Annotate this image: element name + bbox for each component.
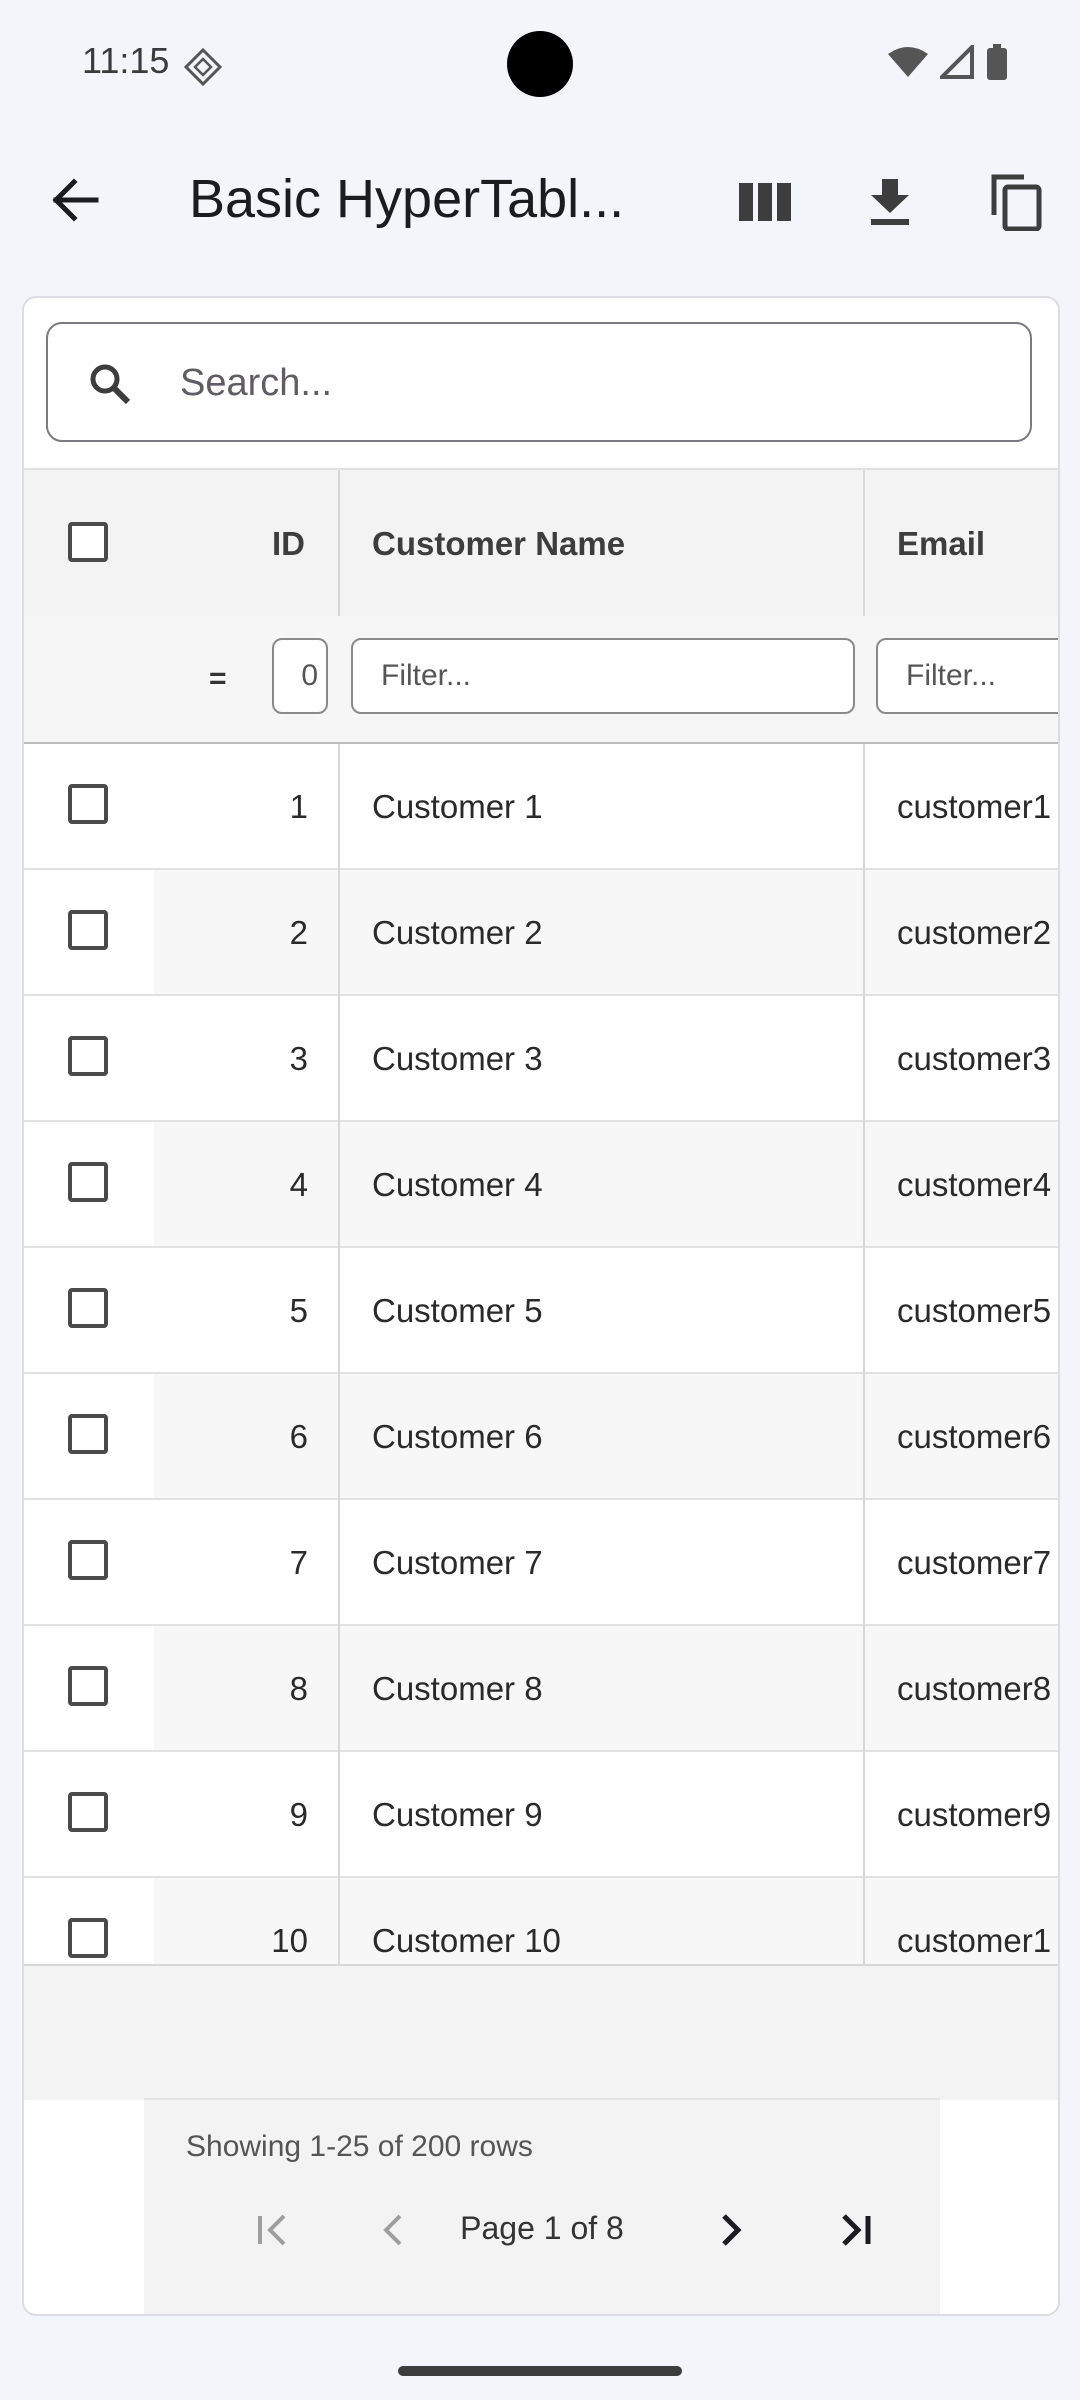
select-all-checkbox[interactable] <box>68 522 108 562</box>
cell-customer-name: Customer 1 <box>372 788 543 825</box>
filter-row: = 0 Filter... Filter... <box>24 616 1058 744</box>
rows-summary: Showing 1-25 of 200 rows <box>186 2130 533 2163</box>
cell-email: customer5 <box>897 1292 1052 1329</box>
cell-id: 5 <box>289 1292 308 1329</box>
search-field[interactable] <box>46 322 1032 442</box>
row-checkbox[interactable] <box>68 1666 108 1706</box>
search-input[interactable] <box>178 344 1012 422</box>
battery-icon <box>987 44 1007 80</box>
page-title: Basic HyperTabl... <box>189 169 625 229</box>
wifi-icon <box>888 47 928 77</box>
cell-customer-name: Customer 9 <box>372 1796 543 1833</box>
last-page-button[interactable] <box>826 2200 886 2260</box>
cell-email: customer2 <box>897 914 1052 951</box>
table-row[interactable]: 2 Customer 2 customer2 <box>24 870 1058 996</box>
cell-email: customer3 <box>897 1040 1052 1077</box>
table-row[interactable]: 5 Customer 5 customer5 <box>24 1248 1058 1374</box>
download-button[interactable] <box>858 170 922 234</box>
table-row[interactable]: 7 Customer 7 customer7 <box>24 1500 1058 1626</box>
table-body: 1 Customer 1 customer1 2 Customer 2 customer2… <box>24 744 1058 1964</box>
home-indicator[interactable] <box>398 2366 682 2376</box>
notification-icon <box>183 47 223 87</box>
cell-customer-name: Customer 4 <box>372 1166 543 1203</box>
cell-email: customer6 <box>897 1418 1052 1455</box>
chevron-right-icon <box>722 2214 742 2246</box>
column-divider <box>338 470 340 618</box>
cell-id: 4 <box>289 1166 308 1203</box>
table-row[interactable]: 4 Customer 4 customer4 <box>24 1122 1058 1248</box>
cell-id: 3 <box>289 1040 308 1077</box>
data-table-card: ID Customer Name Email = 0 Filter... Fil… <box>22 296 1060 2316</box>
table-row[interactable]: 8 Customer 8 customer8 <box>24 1626 1058 1752</box>
table-header: ID Customer Name Email <box>24 468 1058 618</box>
status-bar: 11:15 <box>0 0 1080 128</box>
app-bar: Basic HyperTabl... <box>0 150 1080 250</box>
cell-email: customer4 <box>897 1166 1052 1203</box>
row-checkbox[interactable] <box>68 1414 108 1454</box>
search-icon <box>90 364 131 405</box>
next-page-button[interactable] <box>700 2200 760 2260</box>
cell-customer-name: Customer 2 <box>372 914 543 951</box>
column-header-customer-name[interactable]: Customer Name <box>372 525 625 563</box>
cell-email: customer9 <box>897 1796 1052 1833</box>
column-divider <box>338 744 340 1964</box>
column-divider <box>863 744 865 1964</box>
row-checkbox[interactable] <box>68 1162 108 1202</box>
row-checkbox[interactable] <box>68 1288 108 1328</box>
cell-email: customer1 <box>897 788 1052 825</box>
view-column-icon <box>739 183 791 221</box>
cell-email: customer7 <box>897 1544 1052 1581</box>
row-checkbox[interactable] <box>68 1792 108 1832</box>
table-row[interactable]: 9 Customer 9 customer9 <box>24 1752 1058 1878</box>
download-icon <box>871 179 909 225</box>
status-time: 11:15 <box>82 40 170 81</box>
cell-customer-name: Customer 5 <box>372 1292 543 1329</box>
customer-name-filter-input[interactable]: Filter... <box>351 638 855 714</box>
cell-email: customer8 <box>897 1670 1052 1707</box>
cell-customer-name: Customer 6 <box>372 1418 543 1455</box>
row-checkbox[interactable] <box>68 1918 108 1958</box>
last-page-icon <box>842 2214 871 2246</box>
copy-button[interactable] <box>984 170 1048 234</box>
row-checkbox[interactable] <box>68 784 108 824</box>
table-bottom-spacer <box>24 1964 1058 2100</box>
cell-customer-name: Customer 8 <box>372 1670 543 1707</box>
status-icons <box>888 44 1008 80</box>
cell-email: customer1 <box>897 1922 1052 1959</box>
cell-id: 2 <box>289 914 308 951</box>
email-filter-input[interactable]: Filter... <box>876 638 1058 714</box>
filter-operator[interactable]: = <box>209 662 227 696</box>
data-table: ID Customer Name Email = 0 Filter... Fil… <box>24 468 1058 1964</box>
table-row[interactable]: 3 Customer 3 customer3 <box>24 996 1058 1122</box>
cell-customer-name: Customer 3 <box>372 1040 543 1077</box>
id-filter-input[interactable]: 0 <box>272 638 328 714</box>
columns-button[interactable] <box>733 170 797 234</box>
page-indicator: Page 1 of 8 <box>460 2210 624 2246</box>
column-header-email[interactable]: Email <box>897 525 985 563</box>
table-row[interactable]: 10 Customer 10 customer1 <box>24 1878 1058 1964</box>
cell-customer-name: Customer 7 <box>372 1544 543 1581</box>
row-checkbox[interactable] <box>68 1540 108 1580</box>
cell-id: 6 <box>289 1418 308 1455</box>
cell-id: 1 <box>289 788 308 825</box>
cell-id: 9 <box>289 1796 308 1833</box>
arrow-back-icon <box>52 178 99 222</box>
cell-id: 10 <box>271 1922 308 1959</box>
column-header-id[interactable]: ID <box>272 525 305 563</box>
row-checkbox[interactable] <box>68 1036 108 1076</box>
back-button[interactable] <box>40 170 110 230</box>
cell-id: 7 <box>289 1544 308 1581</box>
table-row[interactable]: 1 Customer 1 customer1 <box>24 744 1058 870</box>
pagination-footer: Showing 1-25 of 200 rows Page 1 of 8 <box>144 2098 940 2314</box>
table-row[interactable]: 6 Customer 6 customer6 <box>24 1374 1058 1500</box>
camera-cutout <box>507 31 573 97</box>
cell-customer-name: Customer 10 <box>372 1922 561 1959</box>
copy-icon <box>991 174 1042 231</box>
cell-id: 8 <box>289 1670 308 1707</box>
column-divider <box>863 470 865 618</box>
row-checkbox[interactable] <box>68 910 108 950</box>
signal-icon <box>940 45 974 79</box>
